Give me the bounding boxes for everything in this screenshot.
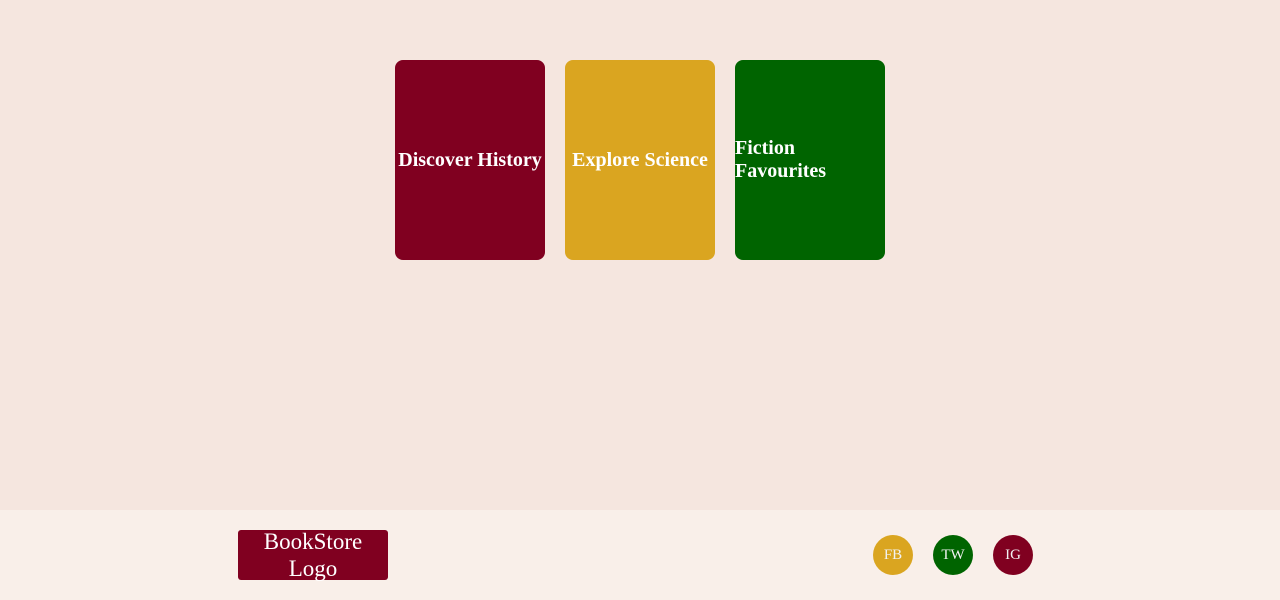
footer: BookStore Logo FB TW IG [0, 510, 1280, 600]
card-fiction-favourites[interactable]: Fiction Favourites [735, 60, 885, 260]
card-title: Explore Science [572, 148, 708, 171]
category-cards: Discover History Explore Science Fiction… [395, 60, 885, 260]
card-title: Fiction Favourites [735, 137, 827, 182]
card-explore-science[interactable]: Explore Science [565, 60, 715, 260]
card-discover-history[interactable]: Discover History [395, 60, 545, 260]
twitter-link[interactable]: TW [933, 535, 973, 575]
page: Discover History Explore Science Fiction… [0, 0, 1280, 600]
instagram-link[interactable]: IG [993, 535, 1033, 575]
facebook-link[interactable]: FB [873, 535, 913, 575]
card-title: Discover History [398, 148, 542, 171]
bookstore-logo[interactable]: BookStore Logo [238, 529, 388, 581]
